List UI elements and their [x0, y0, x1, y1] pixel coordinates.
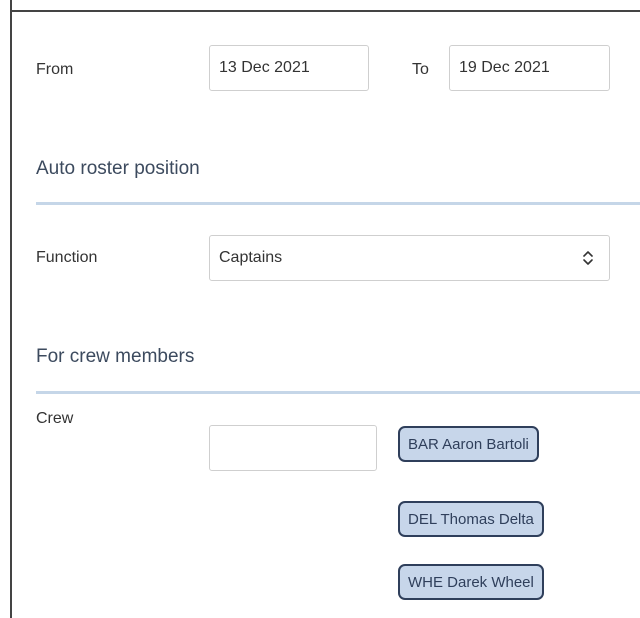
function-select[interactable]: Captains [209, 235, 610, 281]
from-date-input[interactable]: 13 Dec 2021 [209, 45, 369, 91]
function-select-value: Captains [219, 249, 283, 266]
from-label: From [36, 61, 74, 78]
crew-chip-del[interactable]: DEL Thomas Delta [398, 501, 544, 537]
crew-chip-whe[interactable]: WHE Darek Wheel [398, 564, 544, 600]
crew-chip-label: DEL Thomas Delta [408, 510, 534, 528]
crew-section-divider [36, 391, 640, 394]
crew-search-input[interactable] [209, 425, 377, 471]
to-label: To [412, 61, 429, 78]
crew-label: Crew [36, 410, 74, 427]
auto-roster-divider [36, 202, 640, 205]
up-down-chevron-icon [583, 251, 593, 265]
crew-chip-bar[interactable]: BAR Aaron Bartoli [398, 426, 539, 462]
panel-left-border [10, 12, 12, 618]
crew-chip-label: WHE Darek Wheel [408, 573, 534, 591]
crew-section-title: For crew members [36, 346, 195, 367]
from-date-value: 13 Dec 2021 [219, 59, 310, 76]
crew-chip-label: BAR Aaron Bartoli [408, 435, 529, 453]
panel-top-border [10, 0, 640, 12]
to-date-input[interactable]: 19 Dec 2021 [449, 45, 610, 91]
auto-roster-section-title: Auto roster position [36, 158, 200, 179]
function-label: Function [36, 249, 98, 266]
to-date-value: 19 Dec 2021 [459, 59, 550, 76]
